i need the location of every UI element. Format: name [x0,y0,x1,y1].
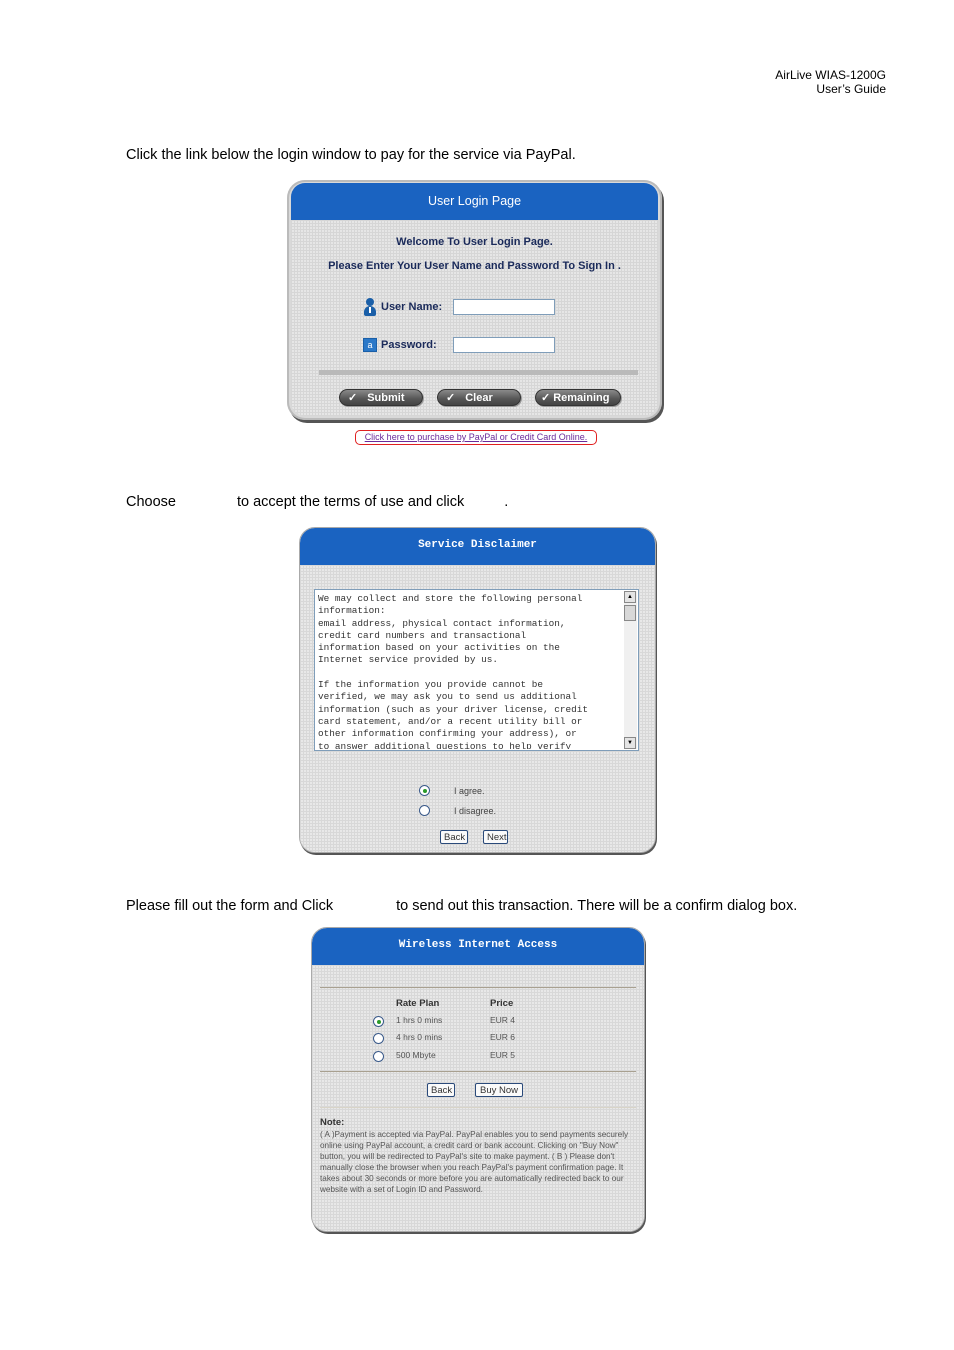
password-input[interactable] [453,337,555,353]
disagree-option[interactable]: I disagree. [419,805,496,816]
password-row: a Password: [363,335,555,355]
submit-button[interactable]: ✓ Submit [339,389,423,406]
back-button[interactable]: Back [440,830,468,844]
instruction-step-1: Click the link below the login window to… [126,147,576,163]
divider-note [320,1107,636,1108]
plan-name: 4 hrs 0 mins [396,1032,443,1042]
note-text: ( A )Payment is accepted via PayPal. Pay… [320,1130,629,1194]
document-title: User’s Guide [816,82,886,96]
product-name: AirLive WIAS-1200G [775,68,886,82]
step2-text-c: . [504,494,509,510]
plan-name: 1 hrs 0 mins [396,1015,443,1025]
username-row: User Name: [363,297,555,317]
step2-text-b: to accept the terms of use and click [236,494,465,510]
wireless-body: Rate Plan Price 1 hrs 0 mins EUR 4 4 hrs… [312,965,644,1231]
step3-text-b: to send out this transaction. There will… [396,898,798,914]
clear-button[interactable]: ✓ Clear [437,389,521,406]
password-label: Password: [381,339,437,351]
login-frame: User Login Page Welcome To User Login Pa… [287,180,662,420]
wireless-access-window: Wireless Internet Access Rate Plan Price… [311,927,645,1232]
check-icon: ✓ [446,392,456,404]
scroll-thumb[interactable] [624,605,636,621]
login-divider [319,370,638,375]
disclaimer-textarea[interactable]: We may collect and store the following p… [314,589,639,751]
check-icon: ✓ [541,392,551,404]
submit-label: Submit [367,391,405,404]
clear-label: Clear [465,391,493,404]
username-label: User Name: [381,301,443,313]
plan-radio[interactable] [373,1051,384,1062]
check-icon: ✓ [348,392,358,404]
plan-radio[interactable] [373,1016,384,1027]
login-title: User Login Page [291,183,658,220]
back-button[interactable]: Back [427,1083,455,1097]
user-icon [363,298,377,316]
service-disclaimer-window: Service Disclaimer We may collect and st… [299,527,656,853]
scroll-down-icon[interactable]: ▼ [624,737,636,749]
welcome-text: Welcome To User Login Page. [396,236,553,248]
plan-price: EUR 6 [490,1032,516,1042]
scroll-up-icon[interactable]: ▲ [624,591,636,603]
disagree-radio[interactable] [419,805,430,816]
login-instruction: Please Enter Your User Name and Password… [328,260,621,272]
disclaimer-title: Service Disclaimer [300,528,655,565]
login-window: User Login Page Welcome To User Login Pa… [287,180,666,425]
plan-radio[interactable] [373,1033,384,1044]
next-button[interactable]: Next [483,830,508,844]
column-rate-plan: Rate Plan [396,998,440,1009]
disclaimer-scrollbar[interactable]: ▲ ▼ [624,591,637,749]
note-title: Note: [320,1117,345,1128]
divider-top [320,987,636,988]
password-icon: a [363,338,377,352]
login-buttons: ✓ Submit ✓ Clear ✓ Remaining [339,389,621,406]
remaining-button[interactable]: ✓ Remaining [535,389,621,406]
document-header: AirLive WIAS-1200G User’s Guide [775,68,886,96]
wireless-title: Wireless Internet Access [312,928,644,965]
step2-text-a: Choose [126,494,176,510]
step3-text-a: Please fill out the form and Click [126,898,334,914]
remaining-label: Remaining [553,391,610,404]
disclaimer-text: We may collect and store the following p… [318,593,589,749]
instruction-step-3: Please fill out the form and Click to sen… [126,898,797,914]
agree-label: I agree. [454,785,485,796]
buy-now-button[interactable]: Buy Now [475,1083,523,1097]
login-body: Welcome To User Login Page. Please Enter… [291,220,658,416]
paypal-purchase-link[interactable]: Click here to purchase by PayPal or Cred… [355,430,597,445]
instruction-step-2: Choose to accept the terms of use and cli… [126,494,508,510]
divider-bottom [320,1071,636,1072]
plan-name: 500 Mbyte [396,1050,436,1060]
plan-price: EUR 5 [490,1050,516,1060]
agree-option[interactable]: I agree. [419,785,485,796]
disagree-label: I disagree. [454,805,497,816]
disclaimer-body: We may collect and store the following p… [300,565,655,852]
username-input[interactable] [453,299,555,315]
plan-price: EUR 4 [490,1015,516,1025]
agree-radio[interactable] [419,785,430,796]
column-price: Price [490,998,514,1009]
